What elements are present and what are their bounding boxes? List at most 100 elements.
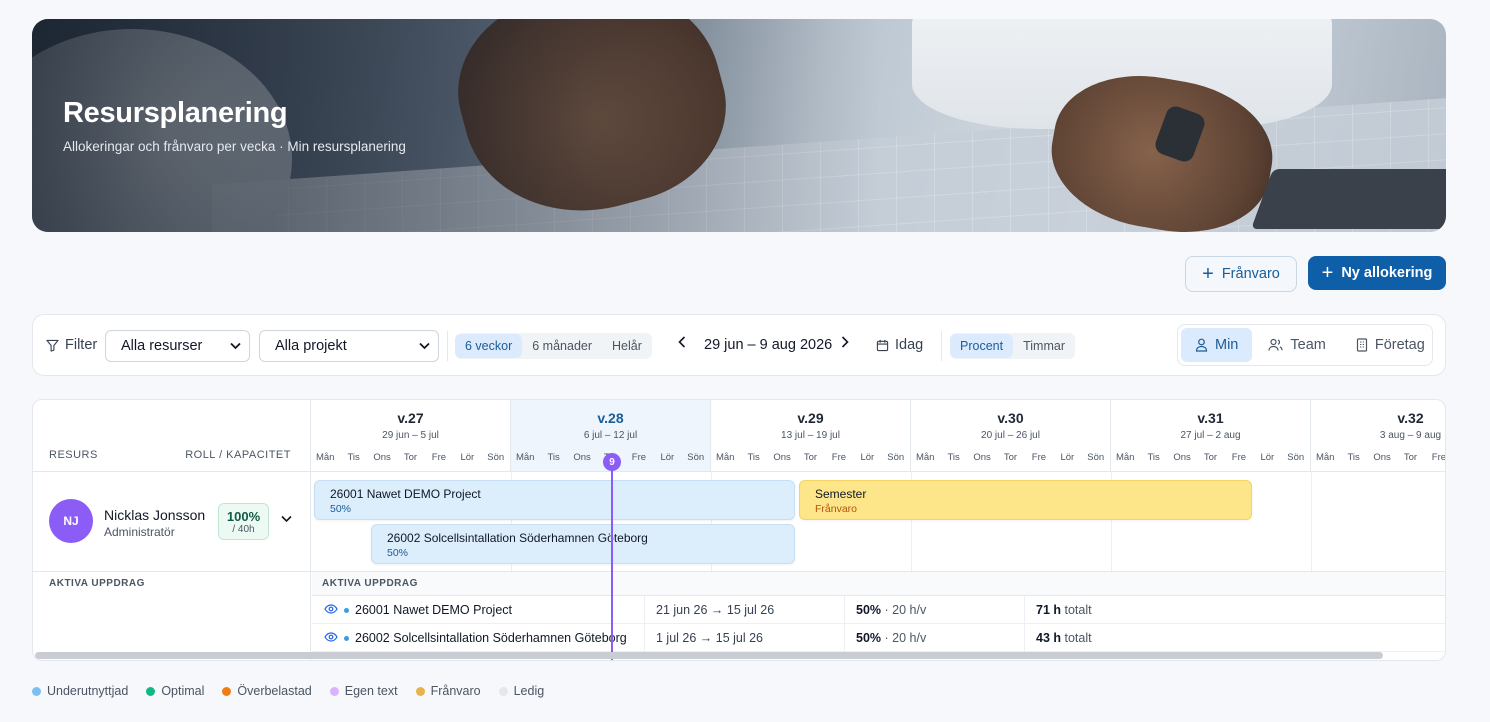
day-label: Ons: [973, 452, 991, 463]
scope-option-team[interactable]: Team: [1254, 328, 1339, 362]
status-dot: [344, 635, 349, 641]
project-select-value: Alla projekt: [275, 338, 347, 354]
week-range: 20 jul – 26 jul: [981, 430, 1040, 441]
assignment-rate: · 20 h/v: [884, 603, 927, 617]
assignment-dates: 1 jul 26 → 15 jul 26: [656, 631, 764, 645]
week-range: 27 jul – 2 aug: [1180, 430, 1241, 441]
week-range: 13 jul – 19 jul: [781, 430, 840, 441]
legend-label: Egen text: [344, 684, 398, 698]
assignment-name: 26001 Nawet DEMO Project: [355, 603, 513, 617]
day-label: Fre: [631, 452, 647, 463]
next-period-button[interactable]: [841, 335, 849, 353]
capacity-percent: 100%: [226, 509, 261, 524]
legend-swatch: [329, 686, 339, 696]
chevron-down-icon: [230, 342, 241, 350]
prev-period-button[interactable]: [678, 335, 686, 353]
week-range: 6 jul – 12 jul: [583, 430, 638, 441]
day-label: Fre: [1431, 452, 1446, 463]
plus-icon: +: [1202, 263, 1214, 285]
eye-icon[interactable]: [324, 603, 338, 617]
day-label: Fre: [1231, 452, 1247, 463]
day-label: Sön: [1287, 452, 1305, 463]
day-label: Mån: [915, 452, 935, 463]
assignment-percent: 50%: [856, 603, 882, 617]
horizontal-scrollbar[interactable]: [35, 652, 1383, 659]
day-label: Tis: [947, 452, 960, 463]
legend-item: Optimal: [146, 684, 204, 698]
day-label: Sön: [487, 452, 505, 463]
allocation-bar[interactable]: 26002 Solcellsintallation Söderhamnen Gö…: [371, 524, 795, 564]
unit-toggle: Procent Timmar: [950, 333, 1075, 359]
day-label: Tis: [347, 452, 360, 463]
add-absence-button[interactable]: + Frånvaro: [1185, 256, 1297, 292]
assignment-row[interactable]: 26001 Nawet DEMO Project 21 jun 26 → 15 …: [312, 596, 1445, 624]
chevron-down-icon: [419, 342, 430, 350]
legend-swatch: [498, 686, 508, 696]
day-label: Fre: [1031, 452, 1047, 463]
legend-label: Underutnyttjad: [47, 684, 129, 698]
day-label: Lör: [660, 452, 675, 463]
legend-swatch: [146, 686, 156, 696]
day-label: Mån: [515, 452, 535, 463]
resource-grid: RESURS ROLL / KAPACITET v.27 29 jun – 5 j…: [32, 399, 1446, 661]
assignment-total-hours: 71 h: [1036, 603, 1062, 617]
resource-select[interactable]: Alla resurser: [105, 330, 250, 362]
resource-select-value: Alla resurser: [121, 338, 203, 354]
legend-swatch: [415, 686, 425, 696]
add-absence-label: Frånvaro: [1221, 266, 1280, 282]
eye-icon[interactable]: [324, 631, 338, 645]
week-number: v.28: [597, 410, 624, 426]
new-allocation-button[interactable]: + Ny allokering: [1308, 256, 1446, 290]
day-label: Lör: [460, 452, 475, 463]
today-marker: 9: [603, 453, 621, 471]
day-label: Ons: [373, 452, 391, 463]
period-option-full-year[interactable]: Helår: [602, 334, 652, 358]
day-label: Ons: [1173, 452, 1191, 463]
day-label: Tor: [1003, 452, 1018, 463]
legend-item: Överbelastad: [222, 684, 312, 698]
chevron-up-icon: [281, 515, 292, 523]
assignment-total-label: totalt: [1064, 603, 1092, 617]
today-label: Idag: [895, 337, 924, 353]
day-label: Sön: [1087, 452, 1105, 463]
legend-swatch: [222, 686, 232, 696]
legend-label: Ledig: [513, 684, 545, 698]
resource-column-header: RESURS: [49, 449, 98, 461]
day-label: Tor: [1403, 452, 1418, 463]
week-column-header: v.29 13 jul – 19 jul Mån Tis Ons Tor Fre Lör Sön: [711, 400, 911, 472]
project-select[interactable]: Alla projekt: [259, 330, 439, 362]
day-label: Tis: [747, 452, 760, 463]
resource-role: Administratör: [104, 525, 175, 539]
today-button[interactable]: Idag: [876, 337, 923, 353]
legend-swatch: [32, 686, 41, 696]
day-label: Fre: [831, 452, 847, 463]
week-column-header: v.30 20 jul – 26 jul Mån Tis Ons Tor Fre Lör Sön: [911, 400, 1111, 472]
period-option-6-months[interactable]: 6 månader: [522, 334, 602, 358]
day-label: Tis: [1347, 452, 1360, 463]
day-label: Mån: [715, 452, 735, 463]
absence-bar[interactable]: Semester Frånvaro: [799, 480, 1252, 520]
calendar-icon: [876, 339, 889, 351]
week-number: v.30: [997, 410, 1024, 426]
new-allocation-label: Ny allokering: [1341, 265, 1433, 281]
day-label: Lör: [860, 452, 875, 463]
unit-option-percent[interactable]: Procent: [950, 334, 1014, 358]
assignment-total-label: totalt: [1064, 631, 1092, 645]
period-toggle: 6 veckor 6 månader Helår: [455, 333, 652, 359]
day-label: Ons: [1373, 452, 1391, 463]
day-label: Mån: [315, 452, 335, 463]
period-option-6-weeks[interactable]: 6 veckor: [455, 334, 523, 358]
legend-label: Optimal: [161, 684, 205, 698]
assignment-row[interactable]: 26002 Solcellsintallation Söderhamnen Gö…: [312, 624, 1445, 652]
capacity-badge: 100% / 40h: [218, 503, 269, 540]
scope-option-company[interactable]: Företag: [1342, 328, 1439, 362]
unit-option-hours[interactable]: Timmar: [1013, 334, 1075, 358]
day-label: Tor: [1203, 452, 1218, 463]
allocation-bar[interactable]: 26001 Nawet DEMO Project 50%: [314, 480, 795, 520]
day-label: Mån: [1115, 452, 1135, 463]
day-label: Ons: [773, 452, 791, 463]
collapse-row-button[interactable]: [281, 512, 292, 526]
user-icon: [1195, 338, 1208, 352]
scope-option-min[interactable]: Min: [1181, 328, 1253, 362]
status-dot: [344, 607, 349, 613]
